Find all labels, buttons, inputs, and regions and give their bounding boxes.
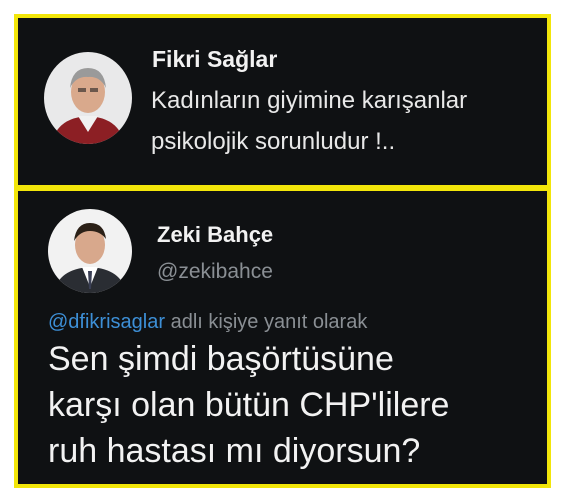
tweet1-text-line-2: psikolojik sorunludur !.. (151, 128, 396, 155)
reply-context: @dfikrisaglar adlı kişiye yanıt olarak (48, 311, 367, 334)
tweet1-text-line-1: Kadınların giyimine karışanlar (151, 87, 468, 114)
reply-mention-link[interactable]: @dfikrisaglar (48, 311, 165, 333)
tweet2-text-line-2: karşı olan bütün CHP'lilere (48, 386, 450, 424)
avatar-zeki-bahce[interactable] (48, 209, 132, 293)
section-divider (14, 185, 551, 191)
avatar-portrait-image (44, 52, 132, 144)
avatar-fikri-saglar[interactable] (44, 52, 132, 144)
tweet2-text-line-3: ruh hastası mı diyorsun? (48, 432, 421, 470)
tweet2-text-line-1: Sen şimdi başörtüsüne (48, 340, 394, 378)
tweet1-author-name[interactable]: Fikri Sağlar (152, 46, 277, 73)
avatar-portrait-image (48, 209, 132, 293)
tweet2-author-handle[interactable]: @zekibahce (157, 260, 273, 284)
reply-context-text: adlı kişiye yanıt olarak (165, 311, 368, 333)
tweet2-author-name[interactable]: Zeki Bahçe (157, 222, 273, 248)
